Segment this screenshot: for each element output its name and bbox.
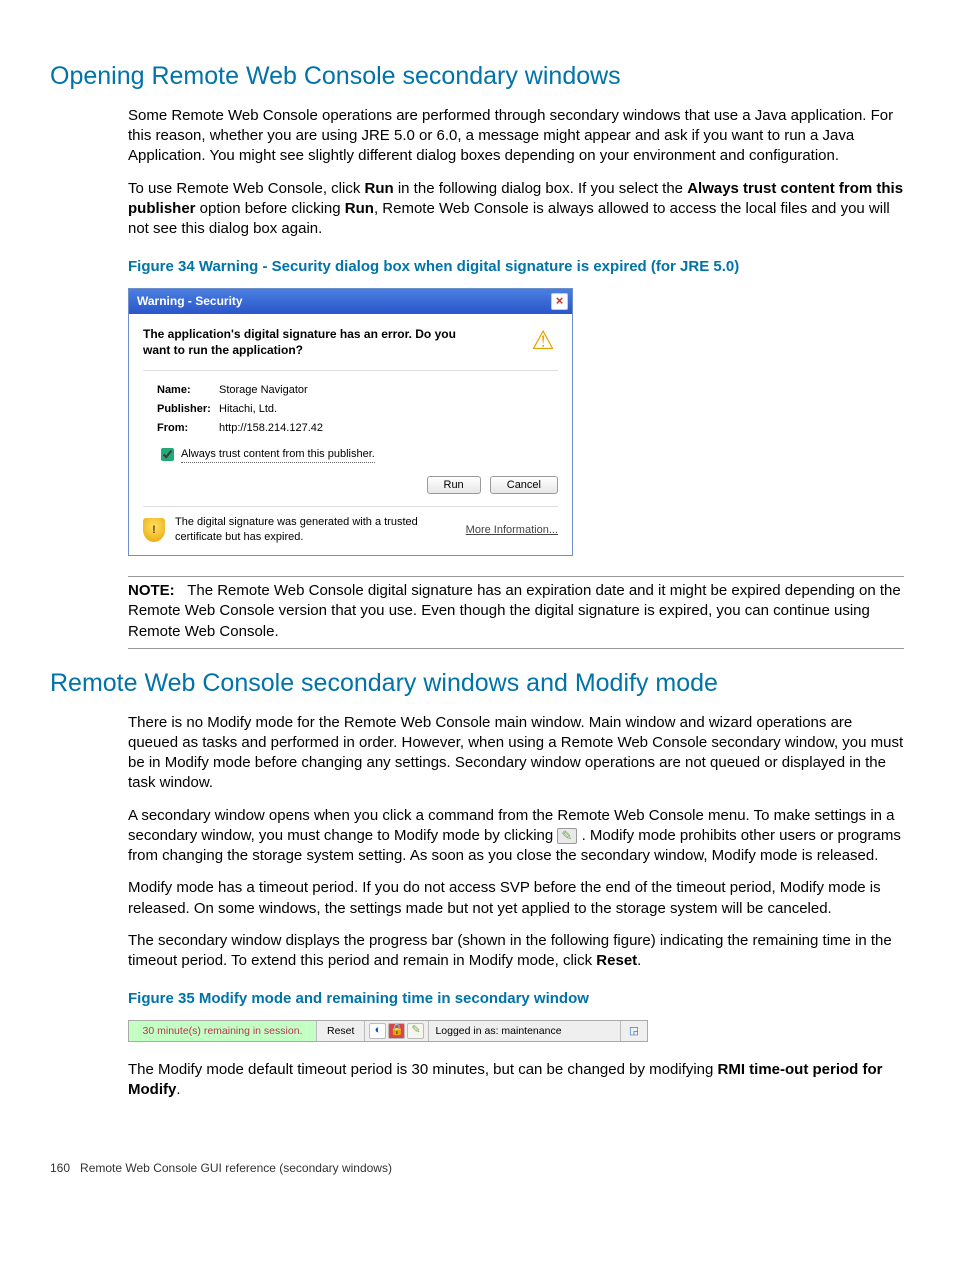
field-label-publisher: Publisher:: [157, 402, 219, 417]
dialog-title-text: Warning - Security: [137, 293, 243, 309]
text: To use Remote Web Console, click: [128, 180, 365, 197]
body-paragraph: Some Remote Web Console operations are p…: [128, 106, 904, 167]
text: .: [176, 1081, 180, 1098]
field-value-publisher: Hitachi, Ltd.: [219, 402, 277, 417]
body-paragraph: The secondary window displays the progre…: [128, 931, 904, 972]
warning-security-dialog: Warning - Security × The application's d…: [128, 288, 573, 557]
warning-triangle-icon: ⚠: [528, 326, 558, 356]
body-paragraph: A secondary window opens when you click …: [128, 806, 904, 867]
shield-warning-icon: !: [143, 518, 165, 542]
text: The Modify mode default timeout period i…: [128, 1061, 718, 1078]
field-value-from: http://158.214.127.42: [219, 421, 323, 436]
field-label-from: From:: [157, 421, 219, 436]
status-info-icon[interactable]: ◐: [369, 1023, 386, 1039]
status-edit-icon[interactable]: ✎: [407, 1023, 424, 1039]
note-block: NOTE: The Remote Web Console digital sig…: [128, 581, 904, 642]
run-button[interactable]: Run: [427, 476, 481, 494]
text: .: [637, 952, 641, 969]
page-footer: 160 Remote Web Console GUI reference (se…: [50, 1160, 904, 1176]
always-trust-checkbox[interactable]: [161, 448, 174, 461]
figure-35-caption: Figure 35 Modify mode and remaining time…: [128, 989, 904, 1009]
body-paragraph: To use Remote Web Console, click Run in …: [128, 179, 904, 240]
body-paragraph: The Modify mode default timeout period i…: [128, 1060, 904, 1101]
text: option before clicking: [196, 200, 345, 217]
field-label-name: Name:: [157, 383, 219, 398]
session-remaining-bar: 30 minute(s) remaining in session.: [129, 1021, 317, 1041]
bold-run: Run: [365, 180, 394, 197]
note-text: The Remote Web Console digital signature…: [128, 582, 901, 640]
status-icon-group: ◐ 🔒 ✎: [365, 1021, 429, 1041]
status-bar: 30 minute(s) remaining in session. Reset…: [128, 1020, 648, 1042]
logged-in-label: Logged in as: maintenance: [429, 1021, 621, 1041]
reset-button[interactable]: Reset: [317, 1021, 365, 1041]
bold-reset: Reset: [596, 952, 637, 969]
text: in the following dialog box. If you sele…: [394, 180, 688, 197]
more-information-link[interactable]: More Information...: [466, 523, 558, 538]
divider: [128, 648, 904, 649]
dialog-footer-message: The digital signature was generated with…: [175, 515, 435, 545]
cancel-button[interactable]: Cancel: [490, 476, 558, 494]
status-lock-icon[interactable]: 🔒: [388, 1023, 405, 1039]
text: The secondary window displays the progre…: [128, 932, 892, 969]
always-trust-label: Always trust content from this publisher…: [181, 447, 375, 463]
footer-title: Remote Web Console GUI reference (second…: [80, 1161, 392, 1175]
close-icon[interactable]: ×: [551, 293, 568, 310]
dialog-titlebar: Warning - Security ×: [129, 289, 572, 314]
modify-mode-icon[interactable]: [557, 828, 577, 844]
status-end-icon[interactable]: ◲: [621, 1021, 647, 1041]
body-paragraph: There is no Modify mode for the Remote W…: [128, 713, 904, 794]
dialog-message: The application's digital signature has …: [143, 326, 483, 358]
figure-34-caption: Figure 34 Warning - Security dialog box …: [128, 257, 904, 277]
bold-run2: Run: [345, 200, 374, 217]
field-value-name: Storage Navigator: [219, 383, 308, 398]
page-number: 160: [50, 1161, 70, 1175]
body-paragraph: Modify mode has a timeout period. If you…: [128, 878, 904, 919]
section-heading-modify-mode: Remote Web Console secondary windows and…: [50, 667, 904, 701]
section-heading-opening: Opening Remote Web Console secondary win…: [50, 60, 904, 94]
note-label: NOTE:: [128, 582, 175, 599]
divider: [128, 576, 904, 577]
